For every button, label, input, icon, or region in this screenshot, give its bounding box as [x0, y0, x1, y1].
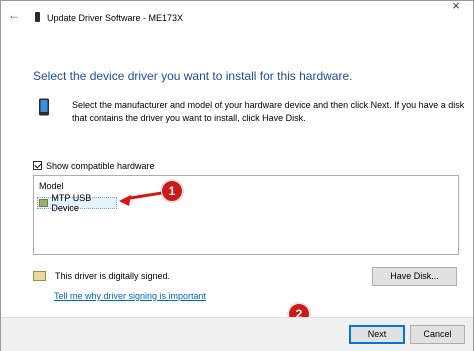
show-compatible-hardware[interactable]: Show compatible hardware	[33, 160, 155, 171]
dialog-window: ← Update Driver Software - ME173X × Sele…	[0, 0, 474, 351]
dialog-footer: Next Cancel	[1, 317, 473, 351]
title-bar: ← Update Driver Software - ME173X ×	[1, 0, 473, 31]
model-listbox[interactable]: Model MTP USB Device	[33, 175, 459, 255]
certificate-icon	[33, 271, 46, 281]
signature-status-text: This driver is digitally signed.	[55, 271, 171, 281]
device-small-icon	[35, 12, 40, 22]
page-heading: Select the device driver you want to ins…	[33, 69, 353, 83]
usb-device-icon	[39, 199, 49, 207]
close-icon[interactable]: ×	[441, 0, 471, 13]
instructions-text: Select the manufacturer and model of you…	[72, 100, 465, 123]
driver-signing-link[interactable]: Tell me why driver signing is important	[54, 291, 206, 301]
signature-status: This driver is digitally signed.	[33, 271, 170, 281]
back-arrow-icon[interactable]: ←	[7, 8, 21, 22]
model-column-header: Model	[39, 181, 64, 191]
list-item-label: MTP USB Device	[51, 193, 92, 213]
callout-badge-1: 1	[161, 180, 183, 202]
window-title: Update Driver Software - ME173X	[47, 13, 184, 23]
show-compatible-checkbox[interactable]	[33, 161, 42, 170]
show-compatible-label: Show compatible hardware	[46, 160, 155, 171]
list-item-mtp-usb-device[interactable]: MTP USB Device	[37, 193, 117, 213]
next-button[interactable]: Next	[349, 325, 405, 344]
callout-arrowhead-1	[119, 195, 131, 206]
have-disk-button[interactable]: Have Disk...	[372, 267, 457, 286]
device-icon	[39, 98, 49, 116]
cancel-button[interactable]: Cancel	[410, 325, 465, 344]
